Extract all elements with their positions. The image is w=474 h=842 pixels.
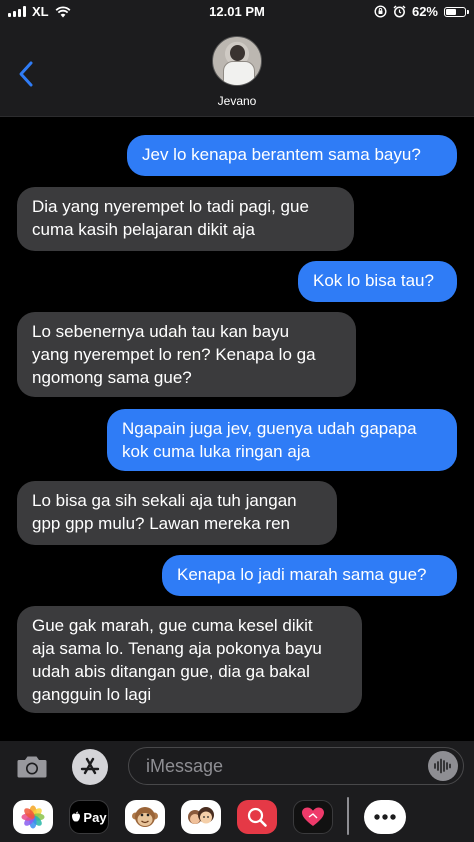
message-bubble-received[interactable]: Lo sebenernya udah tau kan bayu yang nye… bbox=[17, 312, 356, 397]
more-apps-button[interactable] bbox=[364, 800, 406, 834]
conversation-header: Jevano bbox=[0, 24, 474, 117]
animoji-app[interactable] bbox=[125, 800, 165, 834]
battery-percent: 62% bbox=[411, 4, 438, 19]
waveform-icon bbox=[434, 758, 451, 774]
app-store-icon bbox=[80, 757, 100, 775]
message-bubble-sent[interactable]: Kok lo bisa tau? bbox=[298, 261, 457, 302]
status-bar: XL 12.01 PM 62% bbox=[0, 0, 474, 24]
alarm-icon bbox=[393, 5, 406, 18]
audio-message-button[interactable] bbox=[428, 751, 458, 781]
message-thread: Jev lo kenapa berantem sama bayu? Dia ya… bbox=[0, 117, 474, 741]
message-bubble-received[interactable]: Lo bisa ga sih sekali aja tuh jangan gpp… bbox=[17, 481, 337, 545]
chevron-left-icon[interactable] bbox=[16, 60, 38, 88]
animoji-monkey-icon bbox=[132, 807, 158, 827]
message-bubble-received[interactable]: Dia yang nyerempet lo tadi pagi, gue cum… bbox=[17, 187, 354, 251]
battery-icon bbox=[444, 6, 469, 17]
drawer-divider bbox=[347, 797, 349, 835]
memoji-icon bbox=[188, 807, 214, 824]
avatar[interactable] bbox=[212, 36, 262, 86]
photos-app[interactable] bbox=[13, 800, 53, 834]
memoji-app[interactable] bbox=[181, 800, 221, 834]
image-search-app[interactable] bbox=[237, 800, 277, 834]
contact-name[interactable]: Jevano bbox=[0, 94, 474, 108]
photos-icon bbox=[21, 805, 45, 829]
more-icon bbox=[374, 814, 396, 820]
imessage-input[interactable] bbox=[128, 747, 464, 785]
message-bubble-received[interactable]: Gue gak marah, gue cuma kesel dikit aja … bbox=[17, 606, 362, 713]
apple-logo-icon bbox=[72, 811, 81, 822]
orientation-lock-icon bbox=[374, 5, 387, 18]
digital-touch-app[interactable] bbox=[293, 800, 333, 834]
apple-pay-app[interactable]: Pay bbox=[69, 800, 109, 834]
message-bubble-sent[interactable]: Jev lo kenapa berantem sama bayu? bbox=[127, 135, 457, 176]
camera-icon[interactable] bbox=[16, 752, 48, 780]
app-drawer: Pay bbox=[0, 791, 474, 842]
app-store-button[interactable] bbox=[72, 749, 108, 785]
search-images-icon bbox=[247, 807, 267, 827]
status-right: 62% bbox=[374, 4, 469, 19]
apple-pay-label: Pay bbox=[83, 809, 107, 825]
message-bubble-sent[interactable]: Kenapa lo jadi marah sama gue? bbox=[162, 555, 457, 596]
digital-touch-icon bbox=[302, 807, 324, 826]
message-bubble-sent[interactable]: Ngapain juga jev, guenya udah gapapa kok… bbox=[107, 409, 457, 471]
compose-bar bbox=[0, 741, 474, 791]
